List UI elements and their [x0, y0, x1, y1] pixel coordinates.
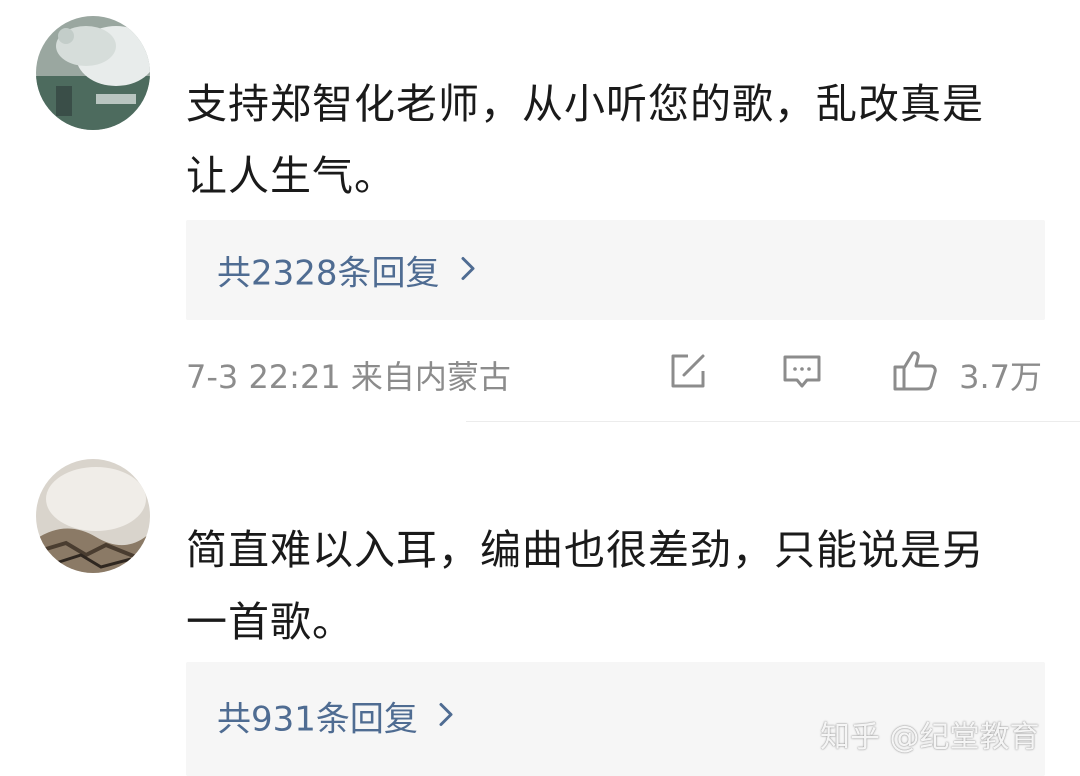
reply-count-label: 共2328条回复 [217, 253, 440, 294]
comment-text: 简直难以入耳，编曲也很差劲，只能说是另 一首歌。 [186, 514, 1056, 658]
comment-text: 支持郑智化老师，从小听您的歌，乱改真是 让人生气。 [186, 68, 1056, 212]
like-count: 3.7万 [959, 358, 1042, 396]
comment-icon[interactable] [780, 349, 824, 401]
comment-meta: 7-3 22:21 来自内蒙古 3.7万 [186, 348, 1046, 402]
divider [466, 421, 1080, 422]
chevron-right-icon [438, 696, 454, 736]
comment-text-line: 让人生气。 [186, 152, 396, 200]
avatar[interactable] [36, 16, 150, 130]
comment-text-line: 支持郑智化老师，从小听您的歌，乱改真是 [186, 80, 984, 128]
chevron-right-icon [460, 250, 476, 290]
reply-box: 共2328条回复 [186, 220, 1045, 320]
thumbs-up-icon[interactable] [891, 347, 939, 403]
comment-text-line: 一首歌。 [186, 598, 354, 646]
view-replies-link[interactable]: 共2328条回复 [217, 246, 476, 295]
time-location: 7-3 22:21 来自内蒙古 [186, 358, 511, 396]
watermark: 知乎 @纪堂教育 [820, 720, 1040, 755]
share-icon[interactable] [666, 349, 710, 401]
avatar[interactable] [36, 459, 150, 573]
view-replies-link[interactable]: 共931条回复 [217, 692, 454, 741]
comment-text-line: 简直难以入耳，编曲也很差劲，只能说是另 [186, 526, 984, 574]
reply-count-label: 共931条回复 [217, 699, 418, 740]
